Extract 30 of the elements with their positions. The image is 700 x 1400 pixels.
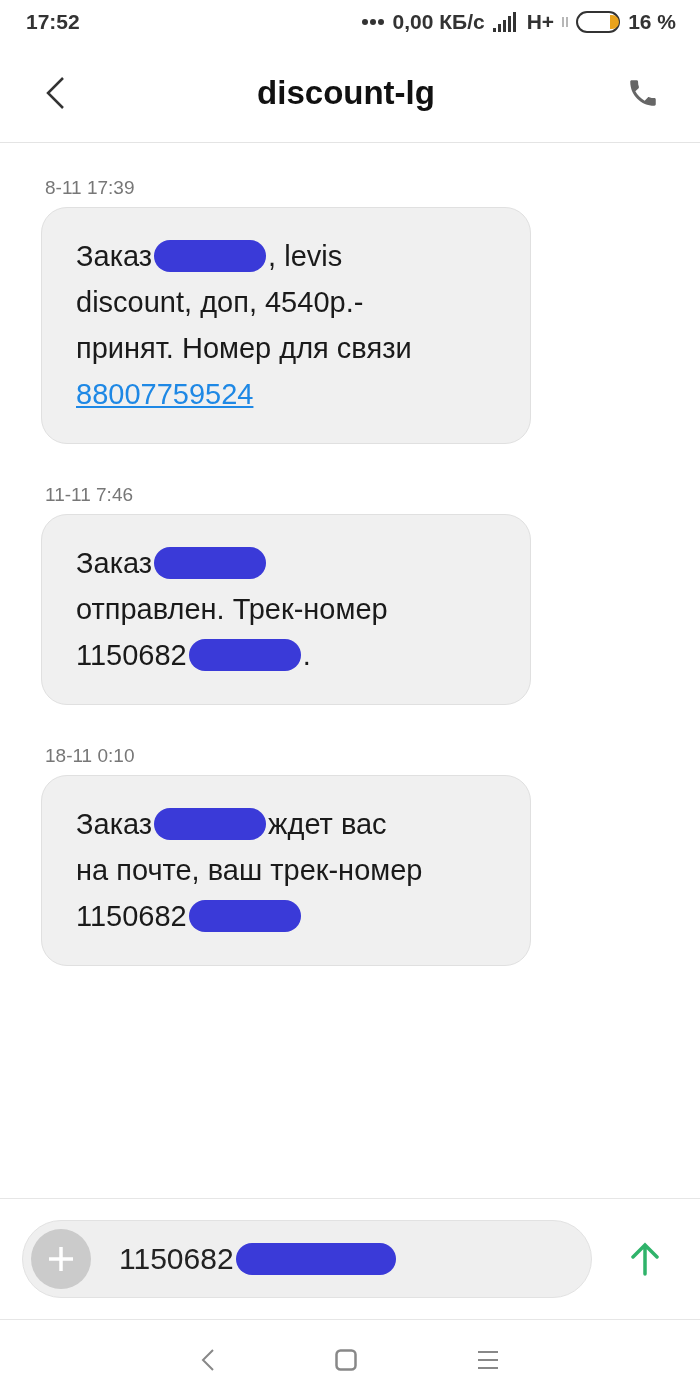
message-text: discount, доп, 4540р.- (76, 285, 364, 320)
signal-icon (492, 12, 519, 32)
message-text: Заказ (76, 239, 153, 274)
message-text: отправлен. Трек-номер (76, 592, 388, 627)
message-text: ждет вас (268, 807, 387, 842)
message-text: 1150682 (76, 638, 187, 673)
plus-icon (47, 1245, 75, 1273)
clock: 17:52 (26, 10, 80, 34)
menu-icon[interactable] (477, 1350, 499, 1370)
message-text: принят. Номер для связи (76, 331, 412, 366)
home-icon[interactable] (335, 1349, 357, 1371)
battery-icon (576, 11, 621, 33)
message-input[interactable]: 1150682 (22, 1220, 592, 1298)
message-time: 11-11 7:46 (45, 484, 134, 506)
network-type: H+ (526, 10, 555, 34)
message-time: 8-11 17:39 (45, 177, 135, 199)
data-arrows-icon (562, 17, 569, 27)
message-text: . (302, 638, 311, 673)
more-icon (360, 18, 385, 26)
message-text: 1150682 (76, 899, 187, 934)
battery-percent: 16 % (628, 10, 676, 34)
contact-name: discount-lg (256, 74, 436, 112)
send-icon[interactable] (630, 1242, 660, 1276)
data-speed: 0,00 КБ/с (392, 10, 485, 34)
message-text: Заказ (76, 807, 153, 842)
message-text: на почте, ваш трек-номер (76, 853, 423, 888)
message-time: 18-11 0:10 (45, 745, 135, 767)
message-text: Заказ (76, 546, 153, 581)
back-icon[interactable] (44, 76, 66, 110)
message-text: , levis (268, 239, 343, 274)
